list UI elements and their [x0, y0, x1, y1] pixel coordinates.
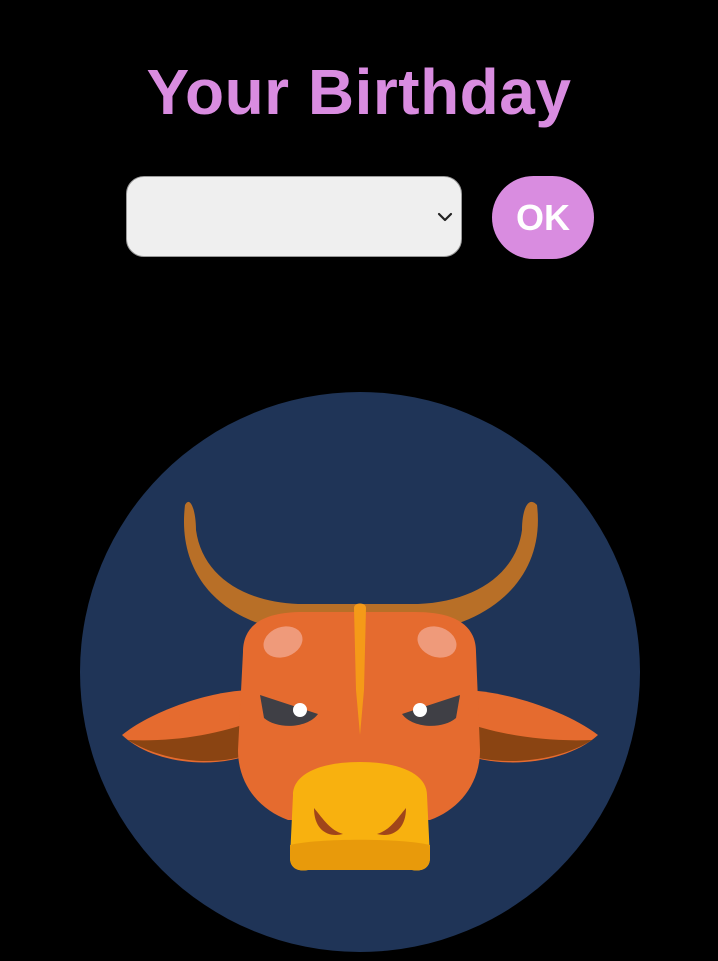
- ok-button[interactable]: OK: [492, 176, 594, 259]
- ox-zodiac-icon: [80, 392, 640, 952]
- chevron-down-icon: [437, 212, 453, 222]
- birthday-select[interactable]: [126, 176, 462, 257]
- page-title: Your Birthday: [146, 56, 572, 128]
